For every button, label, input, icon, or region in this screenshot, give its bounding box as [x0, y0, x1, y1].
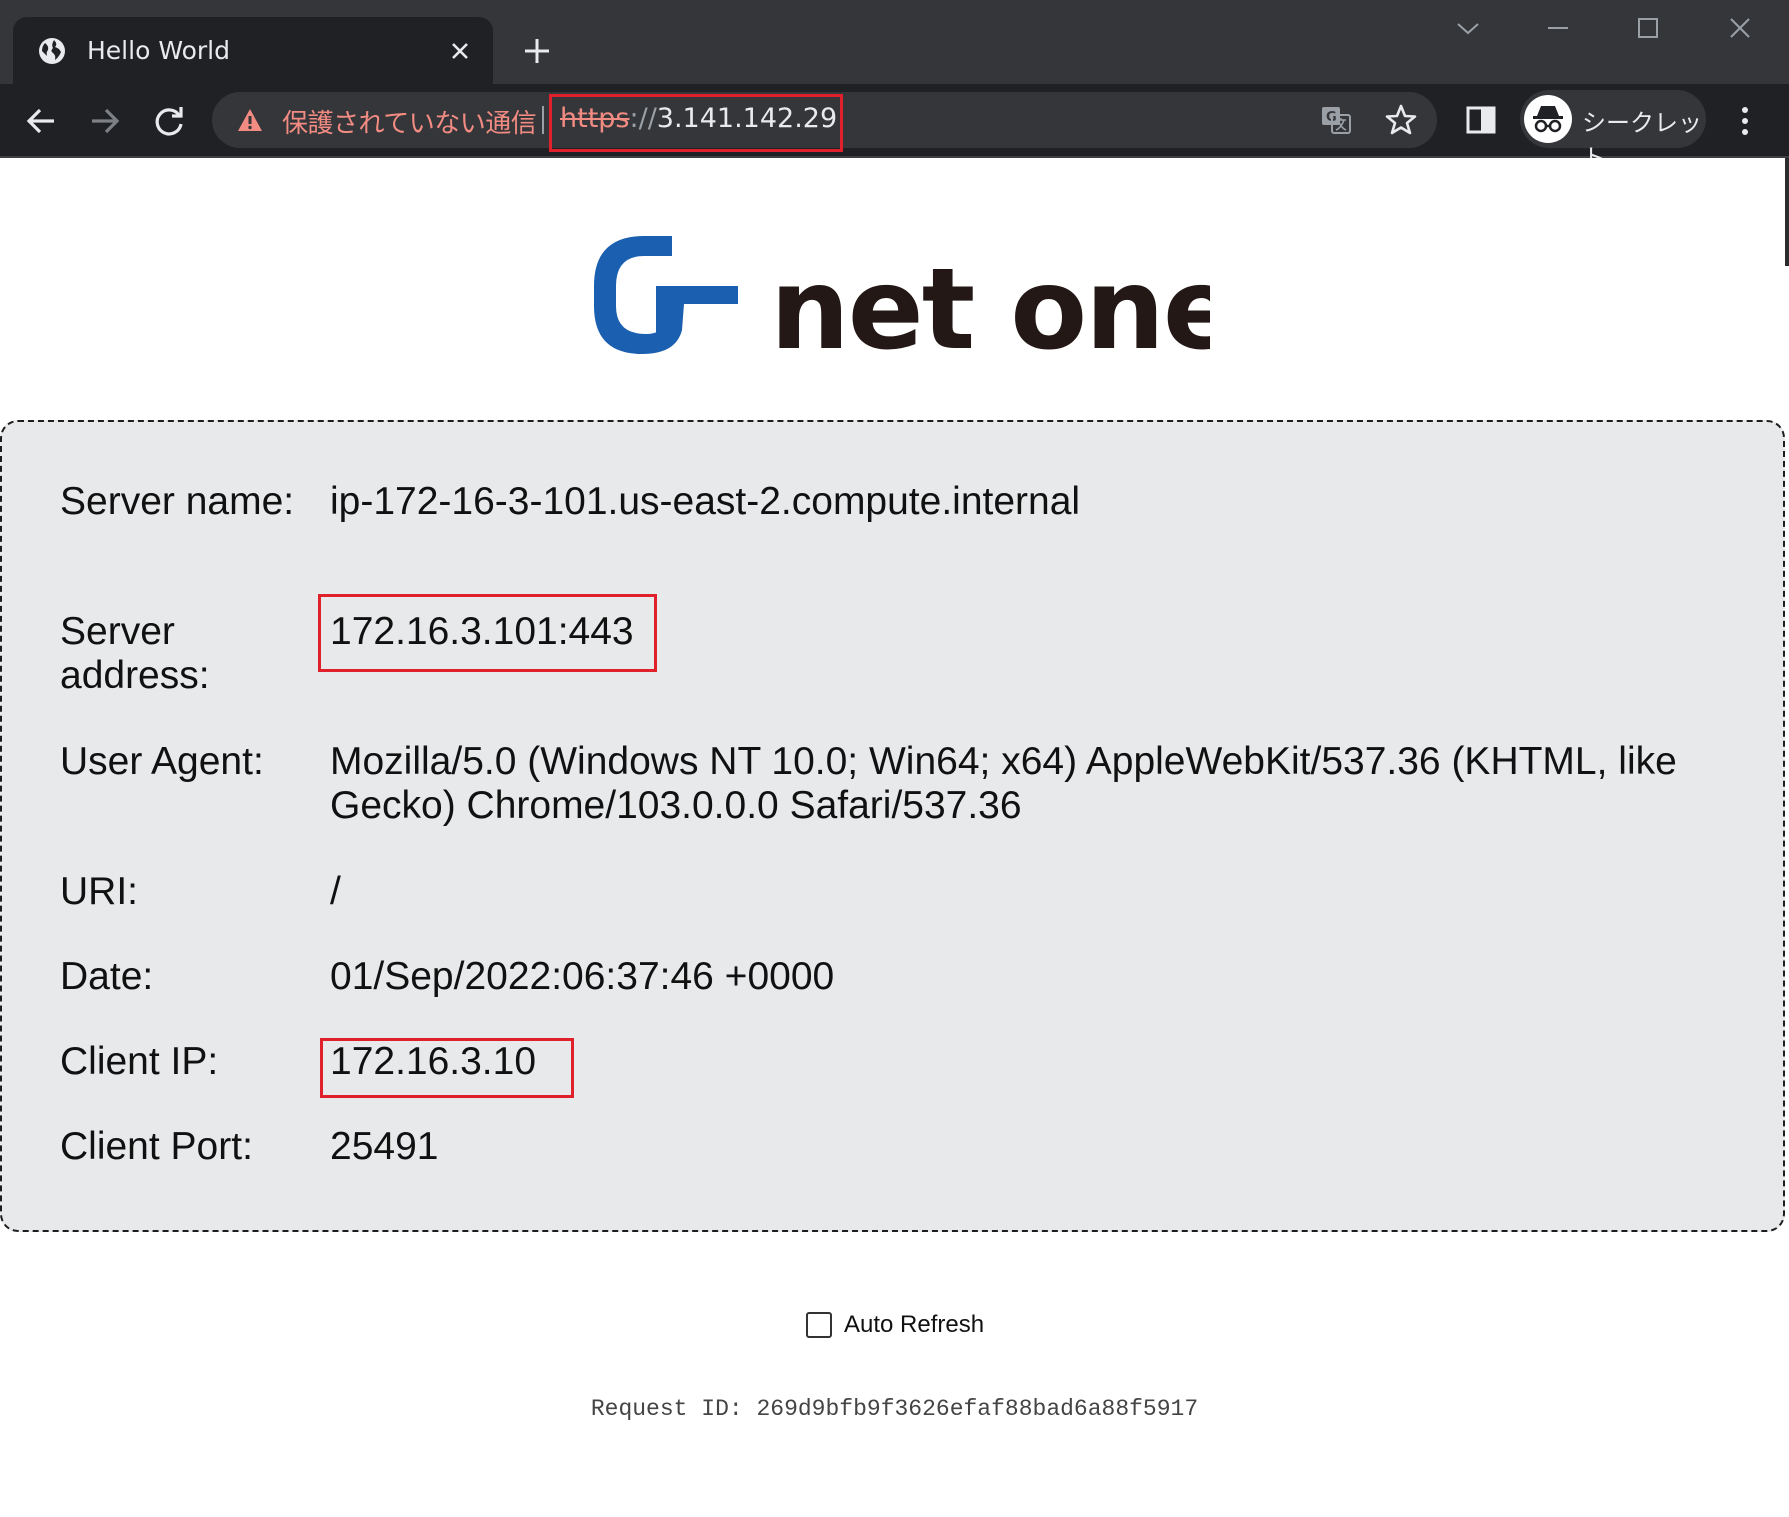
globe-icon	[39, 37, 65, 64]
info-value: 25491	[330, 1125, 439, 1168]
info-key: Client IP:	[60, 1040, 219, 1083]
side-panel-icon[interactable]	[1465, 104, 1497, 136]
logo-text: net one	[770, 245, 1210, 360]
request-info-panel: Server name: ip-172-16-3-101.us-east-2.c…	[0, 420, 1785, 1232]
info-value: 01/Sep/2022:06:37:46 +0000	[330, 955, 835, 998]
new-tab-icon[interactable]	[520, 34, 554, 68]
info-key: Client Port:	[60, 1125, 253, 1168]
netone-logo: net one	[594, 236, 1210, 360]
maximize-icon[interactable]	[1618, 14, 1678, 44]
scrollbar-thumb[interactable]	[1785, 158, 1789, 266]
auto-refresh-control[interactable]: Auto Refresh	[806, 1311, 984, 1339]
info-key: Server address:	[60, 610, 210, 697]
kebab-menu-icon[interactable]	[1730, 104, 1760, 138]
incognito-profile-button[interactable]: シークレット	[1520, 90, 1706, 172]
back-arrow-icon[interactable]	[22, 102, 60, 140]
auto-refresh-label[interactable]: Auto Refresh	[844, 1311, 984, 1339]
netone-logo-mark	[594, 236, 738, 354]
info-value: Mozilla/5.0 (Windows NT 10.0; Win64; x64…	[330, 740, 1677, 827]
incognito-icon	[1533, 106, 1563, 133]
client-ip-highlight-box	[320, 1038, 574, 1098]
url-highlight-box	[549, 94, 843, 152]
close-tab-icon[interactable]	[447, 38, 473, 64]
browser-tab[interactable]: Hello World	[13, 17, 493, 84]
request-id-text: Request ID: 269d9bfb9f3626efaf88bad6a88f…	[590, 1396, 1199, 1422]
reload-icon[interactable]	[150, 102, 188, 140]
info-key: URI:	[60, 870, 138, 913]
info-value: ip-172-16-3-101.us-east-2.compute.intern…	[330, 480, 1081, 523]
bookmark-star-icon[interactable]	[1384, 103, 1418, 137]
tab-title: Hello World	[87, 36, 230, 65]
info-key: Server name:	[60, 480, 295, 523]
tab-search-chevron-icon[interactable]	[1438, 14, 1498, 44]
title-bar: Hello World	[0, 0, 1789, 84]
forward-arrow-icon[interactable]	[86, 102, 124, 140]
incognito-avatar	[1524, 95, 1572, 143]
info-key: User Agent:	[60, 740, 264, 783]
info-key: Date:	[60, 955, 154, 998]
page-content: net one Server name: ip-172-16-3-101.us-…	[0, 158, 1789, 1517]
warning-triangle-icon[interactable]	[236, 106, 264, 134]
auto-refresh-checkbox[interactable]	[806, 1312, 832, 1338]
not-secure-label[interactable]: 保護されていない通信	[282, 103, 537, 140]
info-value: /	[330, 870, 341, 913]
address-separator	[542, 106, 544, 134]
minimize-icon[interactable]	[1528, 14, 1588, 44]
translate-icon[interactable]: G	[1320, 104, 1352, 136]
browser-toolbar: 保護されていない通信 https://3.141.142.29 G シークレット	[0, 84, 1789, 172]
window-close-icon[interactable]	[1710, 14, 1770, 44]
server-address-highlight-box	[318, 594, 657, 672]
